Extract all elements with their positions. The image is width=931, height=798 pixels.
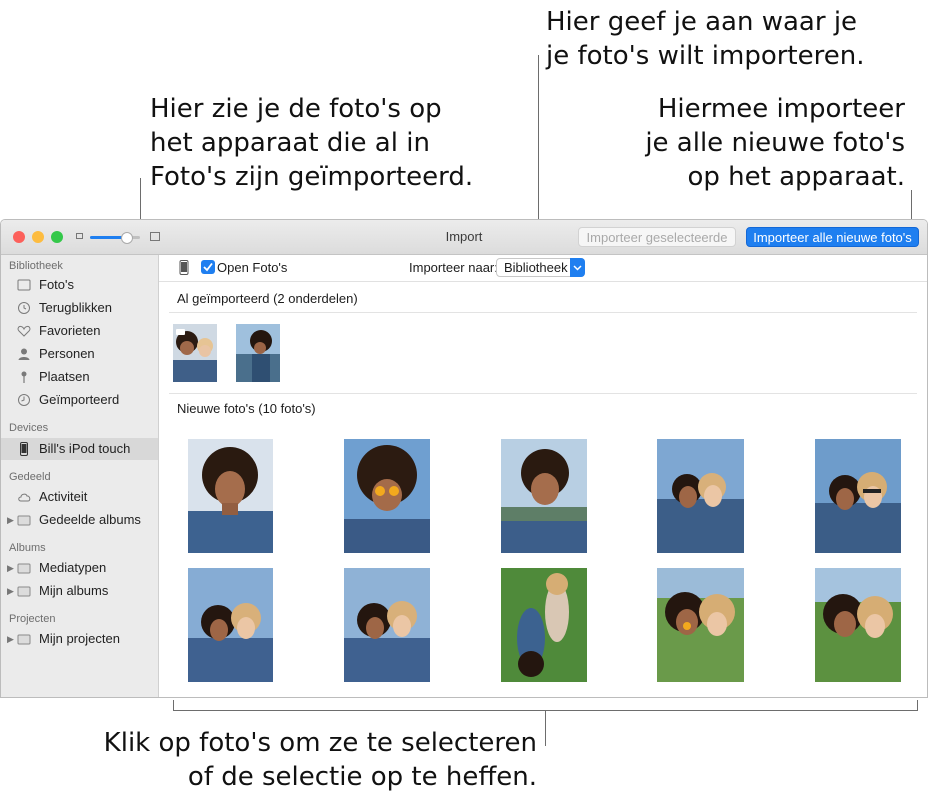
callout-bracket xyxy=(173,700,174,711)
callout-line: het apparaat die al in xyxy=(150,128,430,158)
heart-icon xyxy=(17,324,31,338)
checkmark-icon xyxy=(203,262,213,272)
clock-icon xyxy=(17,393,31,407)
sidebar-item-label: Bill's iPod touch xyxy=(39,441,131,456)
callout-line: Hier geef je aan waar je xyxy=(546,7,858,37)
device-icon xyxy=(179,260,189,278)
folder-icon xyxy=(17,632,31,646)
callout-line: of de selectie op te heffen. xyxy=(187,762,537,792)
disclosure-triangle-icon[interactable]: ▶ xyxy=(7,580,14,602)
sidebar-item-label: Mijn albums xyxy=(39,583,109,598)
sidebar-item-label: Mijn projecten xyxy=(39,631,120,646)
title-bar: Import Importeer geselecteerde Importeer… xyxy=(1,220,927,255)
open-photos-label[interactable]: Open Foto's xyxy=(217,260,287,275)
photos-window: Import Importeer geselecteerde Importeer… xyxy=(0,219,928,698)
cloud-icon xyxy=(17,490,31,504)
callout-line: Hiermee importeer xyxy=(657,94,905,124)
import-destination-select[interactable]: Bibliotheek xyxy=(496,258,585,277)
new-photo[interactable] xyxy=(815,568,901,682)
new-photos-heading: Nieuwe foto's (10 foto's) xyxy=(177,401,316,416)
sidebar-item-imported[interactable]: Geïmporteerd xyxy=(1,389,158,411)
sidebar-item-label: Activiteit xyxy=(39,489,88,504)
open-photos-checkbox[interactable] xyxy=(201,260,215,274)
sidebar: Bibliotheek Foto's Terugblikken Favoriet… xyxy=(1,255,159,697)
imported-photo[interactable] xyxy=(236,324,280,382)
sidebar-item-label: Mediatypen xyxy=(39,560,107,575)
callout-bracket xyxy=(917,700,918,711)
pin-icon xyxy=(17,370,31,384)
sidebar-item-label: Plaatsen xyxy=(39,369,90,384)
sidebar-item-label: Personen xyxy=(39,346,95,361)
sidebar-item-places[interactable]: Plaatsen xyxy=(1,366,158,388)
already-imported-heading: Al geïmporteerd (2 onderdelen) xyxy=(177,291,358,306)
import-to-label: Importeer naar: xyxy=(409,260,498,275)
callout-select-photos: Klik op foto's om ze te selecteren of de… xyxy=(104,726,537,794)
memories-icon xyxy=(17,301,31,315)
sidebar-section-devices: Devices xyxy=(9,422,49,434)
callout-line: je foto's wilt importeren. xyxy=(546,41,865,71)
sidebar-item-label: Favorieten xyxy=(39,323,101,338)
sidebar-section-projects: Projecten xyxy=(9,613,56,625)
sidebar-section-shared: Gedeeld xyxy=(9,471,51,483)
sidebar-section-albums: Albums xyxy=(9,542,46,554)
callout-import-all: Hiermee importeer je alle nieuwe foto's … xyxy=(645,92,905,194)
disclosure-triangle-icon[interactable]: ▶ xyxy=(7,628,14,650)
sidebar-item-people[interactable]: Personen xyxy=(1,343,158,365)
sidebar-item-label: Terugblikken xyxy=(39,300,112,315)
folder-icon xyxy=(17,561,31,575)
sidebar-item-activity[interactable]: Activiteit xyxy=(1,486,158,508)
callout-line: Klik op foto's om ze te selecteren xyxy=(103,728,537,758)
sidebar-item-label: Foto's xyxy=(39,277,74,292)
import-content: Open Foto's Importeer naar: Bibliotheek … xyxy=(159,255,927,697)
video-badge-icon xyxy=(176,329,185,335)
sidebar-item-shared-albums[interactable]: ▶ Gedeelde albums xyxy=(1,509,158,531)
sidebar-section-library: Bibliotheek xyxy=(9,260,63,272)
folder-icon xyxy=(17,513,31,527)
sidebar-item-my-projects[interactable]: ▶ Mijn projecten xyxy=(1,628,158,650)
new-photo[interactable] xyxy=(344,568,430,682)
chevron-down-icon xyxy=(570,258,585,277)
callout-import-destination: Hier geef je aan waar je je foto's wilt … xyxy=(546,5,864,73)
person-icon xyxy=(17,347,31,361)
ipod-icon xyxy=(17,442,31,456)
folder-icon xyxy=(17,584,31,598)
sidebar-item-label: Gedeelde albums xyxy=(39,512,141,527)
new-photo[interactable] xyxy=(501,568,587,682)
photos-icon xyxy=(17,278,31,292)
new-photo[interactable] xyxy=(344,439,430,553)
new-photo[interactable] xyxy=(657,439,744,553)
import-toolbar: Open Foto's Importeer naar: Bibliotheek xyxy=(159,255,927,282)
imported-photo[interactable] xyxy=(173,324,217,382)
sidebar-item-media-types[interactable]: ▶ Mediatypen xyxy=(1,557,158,579)
callout-leader-line xyxy=(545,710,546,746)
new-photo[interactable] xyxy=(815,439,901,553)
import-all-new-button[interactable]: Importeer alle nieuwe foto's xyxy=(746,227,919,247)
sidebar-item-my-albums[interactable]: ▶ Mijn albums xyxy=(1,580,158,602)
sidebar-item-favorites[interactable]: Favorieten xyxy=(1,320,158,342)
callout-already-imported: Hier zie je de foto's op het apparaat di… xyxy=(150,92,473,194)
new-photo[interactable] xyxy=(188,439,273,553)
callout-line: op het apparaat. xyxy=(687,162,906,192)
new-photo[interactable] xyxy=(501,439,587,553)
new-photo[interactable] xyxy=(657,568,744,682)
import-selected-button[interactable]: Importeer geselecteerde xyxy=(578,227,736,247)
section-divider xyxy=(169,393,917,394)
sidebar-item-ipod[interactable]: Bill's iPod touch xyxy=(1,438,158,460)
disclosure-triangle-icon[interactable]: ▶ xyxy=(7,557,14,579)
new-photo[interactable] xyxy=(188,568,273,682)
import-destination-value: Bibliotheek xyxy=(504,260,568,275)
sidebar-item-label: Geïmporteerd xyxy=(39,392,120,407)
disclosure-triangle-icon[interactable]: ▶ xyxy=(7,509,14,531)
sidebar-item-memories[interactable]: Terugblikken xyxy=(1,297,158,319)
callout-line: Hier zie je de foto's op xyxy=(150,94,442,124)
sidebar-item-photos[interactable]: Foto's xyxy=(1,274,158,296)
callout-line: Foto's zijn geïmporteerd. xyxy=(150,162,474,192)
section-divider xyxy=(169,312,917,313)
callout-line: je alle nieuwe foto's xyxy=(645,128,905,158)
